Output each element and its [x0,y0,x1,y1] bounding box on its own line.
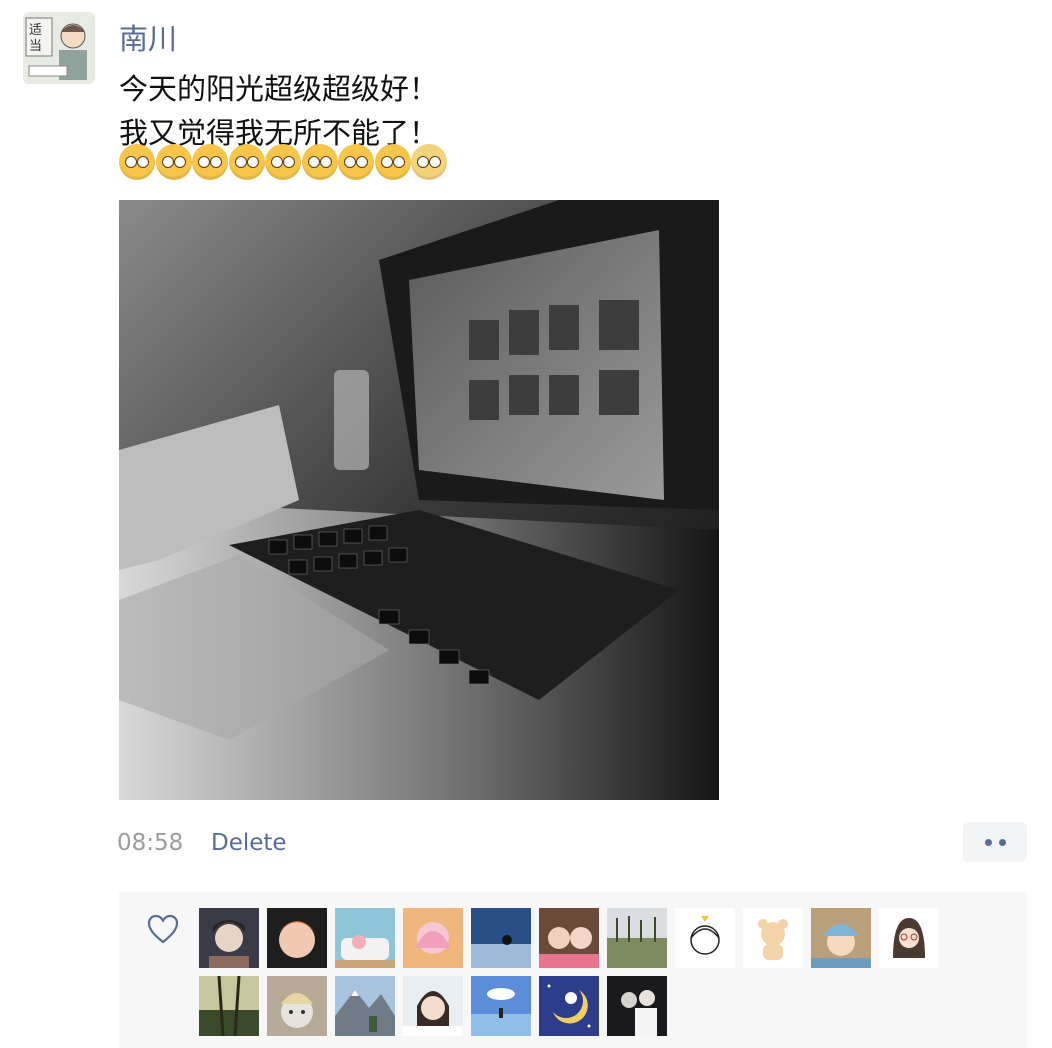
post-timestamp: 08:58 [117,830,184,856]
likes-panel [119,892,1027,1048]
cat-emoji-icon [411,144,447,180]
svg-text:适: 适 [29,23,42,38]
poster-name[interactable]: 南川 [119,16,177,58]
liker-avatar[interactable] [811,908,871,968]
emoji-row [119,144,448,180]
tongue-out-emoji-icon [192,144,228,180]
more-actions-button[interactable] [963,822,1027,862]
saluting-emoji-icon [265,144,301,180]
flushed-emoji-icon [119,144,155,180]
thinking-emoji-icon [228,144,265,180]
liker-avatar[interactable] [607,976,667,1036]
sleepy-emoji-icon [374,144,411,180]
liker-avatar[interactable] [199,976,259,1036]
liker-avatar[interactable] [675,908,735,968]
post-photo[interactable] [119,200,719,800]
liker-avatar[interactable] [199,908,259,968]
more-dot-icon [998,838,1006,846]
heart-outline-icon [147,914,179,944]
liker-avatar[interactable] [471,976,531,1036]
liker-avatar[interactable] [879,908,939,968]
liker-avatar[interactable] [607,908,667,968]
party-emoji-icon [338,144,374,180]
liker-avatar[interactable] [539,908,599,968]
liker-avatar[interactable] [471,908,531,968]
liker-avatar[interactable] [743,908,803,968]
liker-avatar[interactable] [403,908,463,968]
kissing-emoji-icon [155,144,192,180]
more-dot-icon [984,838,992,846]
smirk-emoji-icon [301,144,338,180]
liker-avatar[interactable] [403,976,463,1036]
liker-avatar[interactable] [267,908,327,968]
svg-text:当: 当 [29,39,42,54]
delete-link[interactable]: Delete [211,830,287,856]
liker-avatar[interactable] [267,976,327,1036]
poster-avatar[interactable]: 适 当 [23,12,95,84]
liker-avatar[interactable] [335,976,395,1036]
liker-avatar[interactable] [335,908,395,968]
post-text-line-1: 今天的阳光超级超级好！ [119,72,439,106]
liker-avatar[interactable] [539,976,599,1036]
